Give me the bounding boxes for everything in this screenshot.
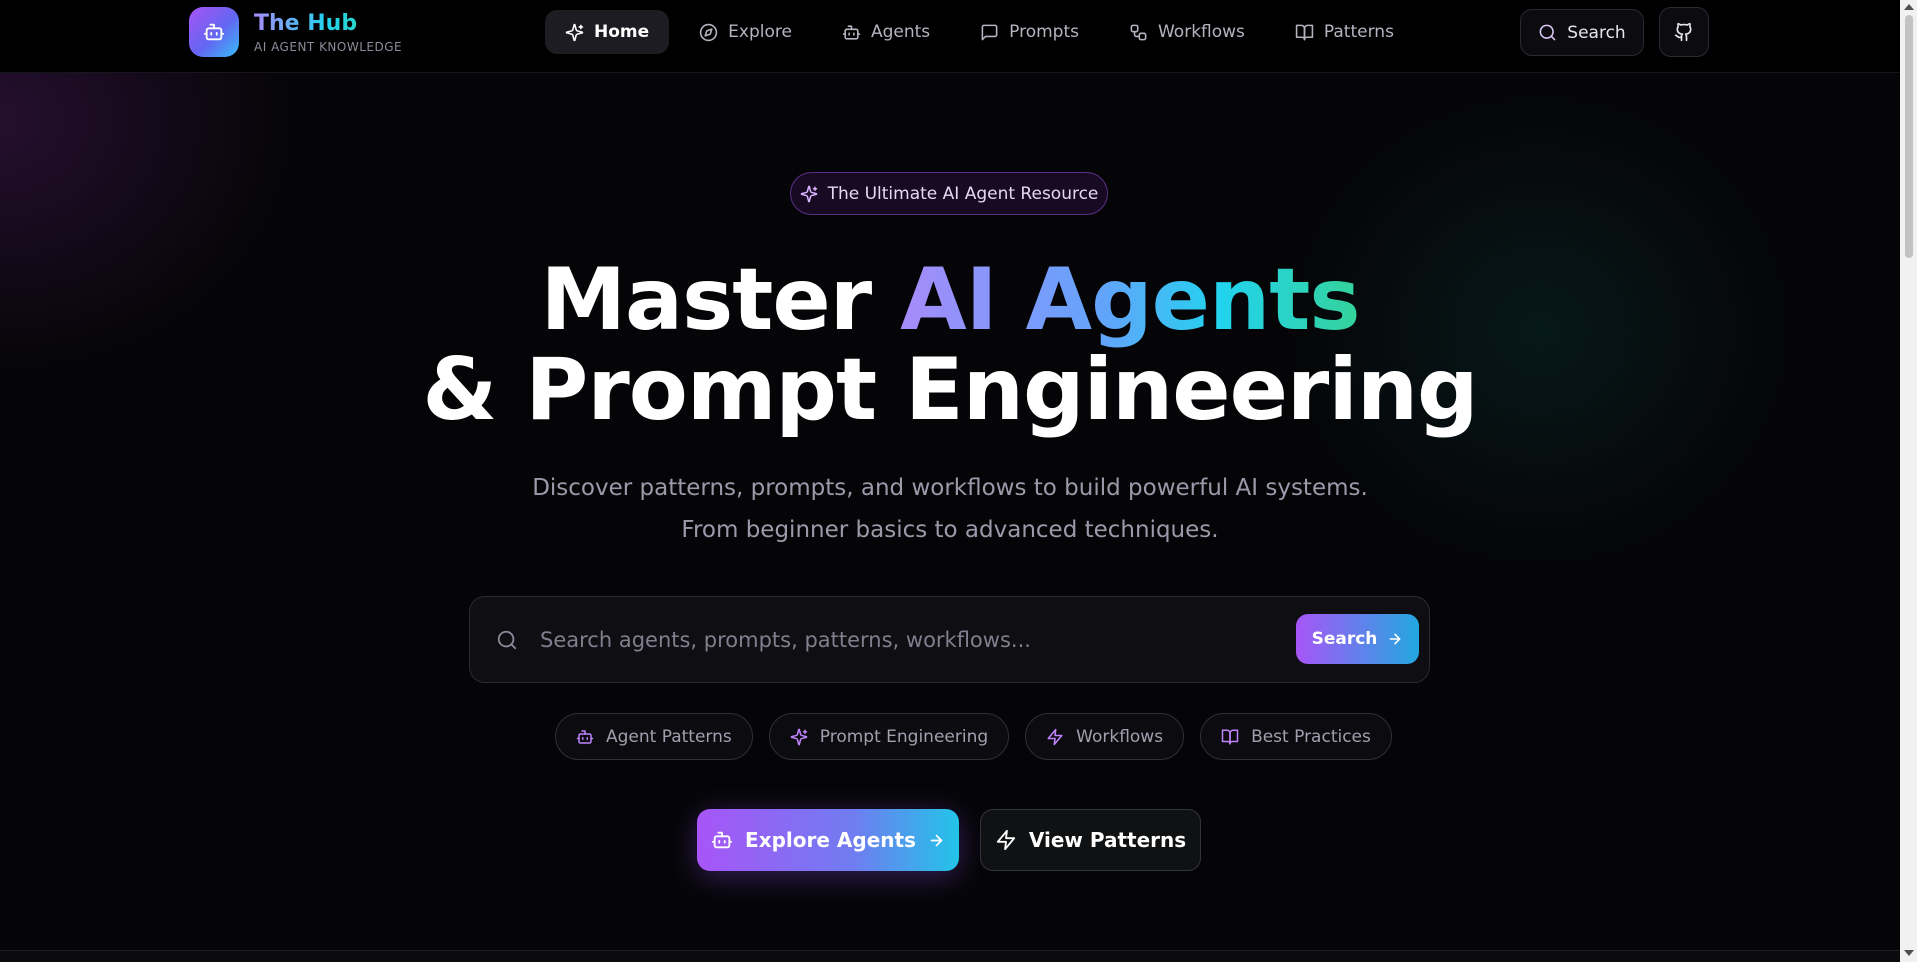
nav-label-agents: Agents — [870, 22, 931, 42]
nav-item-patterns[interactable]: Patterns — [1275, 10, 1414, 54]
tag-agent-patterns[interactable]: Agent Patterns — [555, 713, 753, 760]
main-nav: Home Explore Agents Prompts Workflows Pa… — [545, 10, 1414, 54]
github-icon — [1674, 22, 1692, 42]
tag-label: Prompt Engineering — [819, 726, 989, 747]
section-divider — [0, 950, 1900, 962]
explore-agents-button[interactable]: Explore Agents — [697, 809, 959, 871]
view-patterns-label: View Patterns — [1028, 828, 1187, 852]
bot-icon — [842, 24, 861, 40]
sparkles-icon — [790, 728, 808, 745]
header-search-label: Search — [1567, 22, 1626, 43]
search-icon — [1539, 24, 1556, 41]
subtitle-line1: Discover patterns, prompts, and workflow… — [532, 475, 1368, 501]
nav-item-agents[interactable]: Agents — [822, 10, 950, 54]
nav-label-patterns: Patterns — [1323, 22, 1394, 42]
quick-tags: Agent Patterns Prompt Engineering Workfl… — [555, 713, 1392, 760]
header-search-button[interactable]: Search — [1520, 9, 1644, 56]
github-button[interactable] — [1659, 7, 1709, 57]
workflow-icon — [1130, 24, 1147, 40]
bot-icon — [711, 831, 733, 849]
sparkles-icon — [800, 185, 817, 202]
sparkles-icon — [565, 23, 584, 41]
tag-workflows[interactable]: Workflows — [1025, 713, 1185, 760]
bot-icon — [576, 729, 594, 744]
headline-line2: & Prompt Engineering — [422, 340, 1478, 440]
hero-badge: The Ultimate AI Agent Resource — [790, 172, 1108, 215]
tag-label: Workflows — [1076, 726, 1164, 747]
vertical-scrollbar[interactable] — [1900, 0, 1917, 962]
headline-gradient: AI Agents — [900, 250, 1360, 350]
nav-label-prompts: Prompts — [1009, 22, 1079, 42]
subtitle-line2: From beginner basics to advanced techniq… — [681, 517, 1219, 543]
nav-label-workflows: Workflows — [1157, 22, 1245, 42]
logo-subtitle: AI AGENT KNOWLEDGE — [254, 39, 403, 54]
tag-best-practices[interactable]: Best Practices — [1200, 713, 1392, 760]
scroll-down-arrow-icon[interactable] — [1904, 950, 1914, 956]
compass-icon — [699, 23, 718, 41]
arrow-right-icon — [1389, 633, 1401, 645]
book-open-icon — [1221, 729, 1239, 744]
view-patterns-button[interactable]: View Patterns — [980, 809, 1201, 871]
search-icon — [497, 630, 517, 650]
bot-icon — [189, 7, 239, 57]
page: The Hub AI AGENT KNOWLEDGE Home Explore … — [0, 0, 1900, 962]
nav-item-explore[interactable]: Explore — [679, 10, 812, 54]
top-nav-bar: The Hub AI AGENT KNOWLEDGE Home Explore … — [0, 0, 1900, 73]
tag-label: Agent Patterns — [606, 726, 732, 747]
explore-agents-label: Explore Agents — [745, 828, 916, 852]
zap-icon — [1047, 728, 1063, 745]
logo-title: The Hub — [254, 11, 402, 37]
hero-subtitle: Discover patterns, prompts, and workflow… — [0, 467, 1900, 551]
scrollbar-thumb[interactable] — [1905, 15, 1913, 258]
headline-plain: Master — [540, 250, 901, 350]
message-square-icon — [981, 24, 998, 40]
logo[interactable]: The Hub AI AGENT KNOWLEDGE — [189, 7, 402, 57]
scroll-up-arrow-icon[interactable] — [1904, 4, 1914, 10]
hero-search-input[interactable] — [540, 617, 1260, 663]
hero-search-button[interactable]: Search — [1296, 614, 1419, 664]
tag-prompt-engineering[interactable]: Prompt Engineering — [768, 713, 1010, 760]
nav-item-workflows[interactable]: Workflows — [1109, 10, 1265, 54]
hero-search-button-label: Search — [1311, 629, 1378, 649]
book-open-icon — [1295, 24, 1314, 40]
hero-headline: Master AI Agents & Prompt Engineering — [0, 255, 1900, 435]
hero-search-box: Search — [469, 596, 1430, 683]
nav-item-home[interactable]: Home — [545, 10, 670, 54]
nav-label-explore: Explore — [728, 22, 792, 42]
hero-badge-label: The Ultimate AI Agent Resource — [827, 183, 1099, 204]
tag-label: Best Practices — [1251, 726, 1371, 747]
arrow-right-icon — [930, 834, 943, 846]
zap-icon — [996, 829, 1016, 851]
nav-label-home: Home — [594, 22, 650, 42]
nav-item-prompts[interactable]: Prompts — [960, 10, 1099, 54]
